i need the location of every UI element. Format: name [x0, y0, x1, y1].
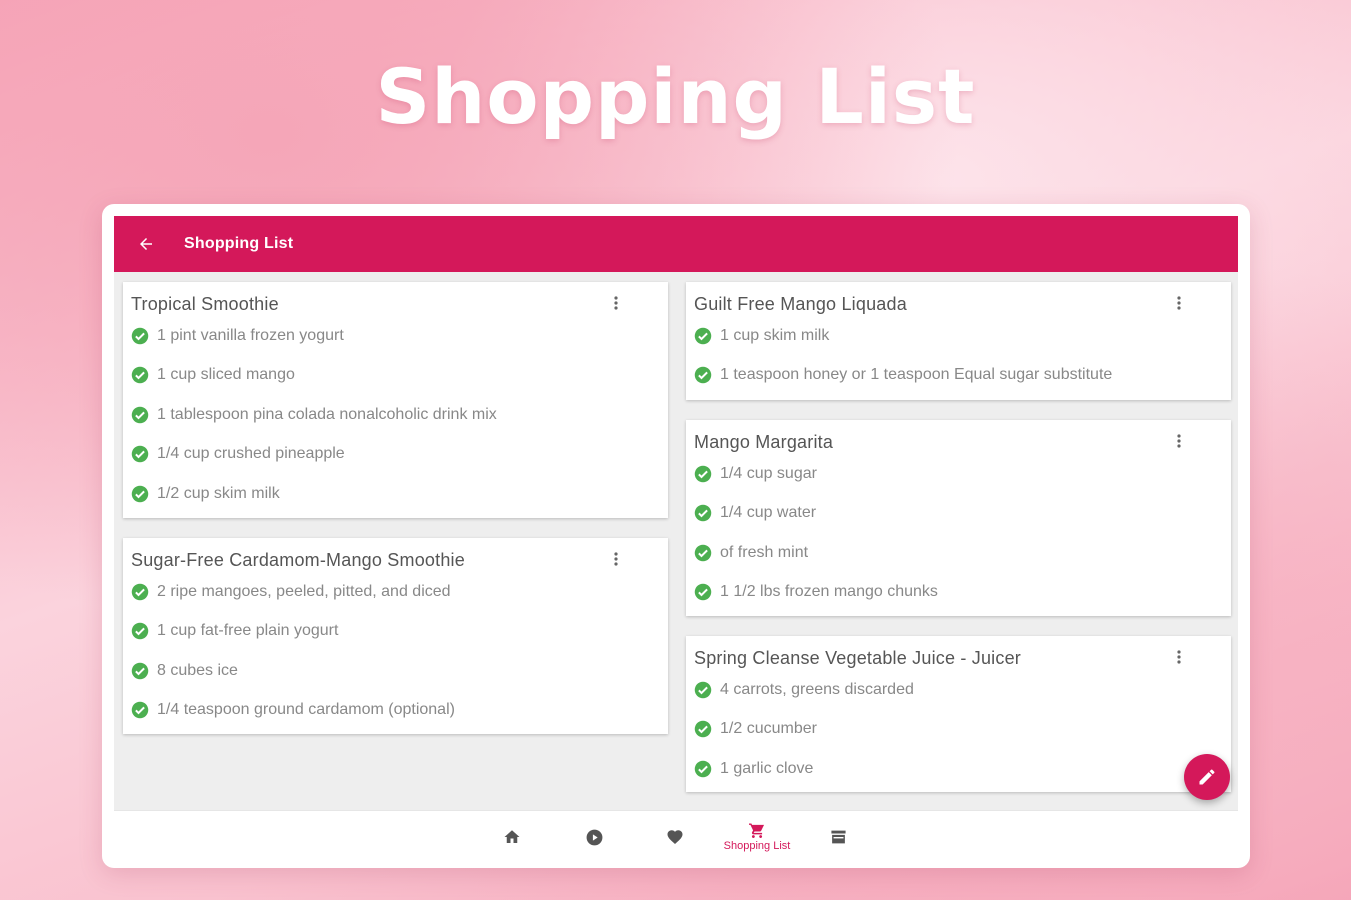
shopping-list-content[interactable]: Tropical Smoothie 1 pint vanilla frozen …	[114, 272, 1238, 810]
recipe-card: Sugar-Free Cardamom-Mango Smoothie 2 rip…	[123, 538, 668, 734]
list-item[interactable]: 1 pint vanilla frozen yogurt	[131, 316, 658, 356]
hero-title: Shopping List	[375, 52, 976, 141]
nav-item-favorites[interactable]	[630, 811, 720, 863]
check-circle-icon	[694, 760, 712, 777]
list-item[interactable]: of fresh mint	[694, 533, 1221, 573]
nav-item-store[interactable]	[793, 811, 883, 863]
page-title: Shopping List	[184, 235, 294, 252]
check-circle-icon	[131, 327, 149, 344]
check-circle-icon	[131, 623, 149, 640]
more-vert-icon[interactable]	[608, 550, 624, 568]
list-item[interactable]: 1 tablespoon pina colada nonalcoholic dr…	[131, 395, 658, 435]
item-text: 1/4 teaspoon ground cardamom (optional)	[157, 701, 455, 719]
list-item[interactable]: 1/4 cup water	[694, 494, 1221, 534]
list-item[interactable]: 1 garlic clove	[694, 749, 1221, 789]
list-item[interactable]: 1/2 cucumber	[694, 710, 1221, 750]
more-vert-icon[interactable]	[1171, 294, 1187, 312]
more-vert-icon[interactable]	[1171, 432, 1187, 450]
item-text: 1/4 cup crushed pineapple	[157, 445, 345, 463]
item-text: 1 pint vanilla frozen yogurt	[157, 326, 344, 344]
item-text: 1 garlic clove	[720, 759, 814, 777]
check-circle-icon	[694, 544, 712, 561]
list-item[interactable]: 2 ripe mangoes, peeled, pitted, and dice…	[131, 572, 658, 612]
item-text: 4 carrots, greens discarded	[720, 680, 914, 698]
item-text: 1/4 cup sugar	[720, 464, 817, 482]
play-icon	[586, 829, 602, 845]
recipe-card: Mango Margarita 1/4 cup sugar 1/4 cup wa…	[686, 420, 1231, 616]
nav-item-play[interactable]	[549, 811, 639, 863]
check-circle-icon	[694, 465, 712, 482]
nav-item-shopping-list[interactable]: Shopping List	[712, 811, 802, 863]
list-item[interactable]: 1 cup skim milk	[694, 316, 1221, 356]
recipe-card: Tropical Smoothie 1 pint vanilla frozen …	[123, 282, 668, 518]
item-text: 1/2 cup skim milk	[157, 484, 280, 502]
check-circle-icon	[131, 485, 149, 502]
recipe-title: Spring Cleanse Vegetable Juice - Juicer	[694, 648, 1021, 668]
recipe-card: Spring Cleanse Vegetable Juice - Juicer …	[686, 636, 1231, 792]
list-item[interactable]: 4 carrots, greens discarded	[694, 670, 1221, 710]
item-text: of fresh mint	[720, 543, 809, 561]
check-circle-icon	[694, 721, 712, 738]
list-item[interactable]: 1 teaspoon honey or 1 teaspoon Equal sug…	[694, 356, 1221, 396]
edit-fab-button[interactable]	[1184, 754, 1230, 800]
recipe-title: Tropical Smoothie	[131, 294, 279, 314]
recipe-card: Guilt Free Mango Liquada 1 cup skim milk…	[686, 282, 1231, 400]
cart-icon	[749, 823, 765, 838]
list-item[interactable]: 1 1/2 lbs frozen mango chunks	[694, 573, 1221, 613]
recipe-title: Mango Margarita	[694, 432, 834, 452]
list-item[interactable]: 1 cup sliced mango	[131, 356, 658, 396]
item-text: 1 tablespoon pina colada nonalcoholic dr…	[157, 405, 497, 423]
device-frame: Shopping List Tropical Smoothie 1 pint v…	[102, 204, 1250, 868]
list-item[interactable]: 1/4 teaspoon ground cardamom (optional)	[131, 691, 658, 731]
bottom-navigation: Shopping List	[114, 810, 1238, 862]
item-text: 1/2 cucumber	[720, 720, 817, 738]
nav-item-home[interactable]	[467, 811, 557, 863]
item-text: 1 cup sliced mango	[157, 366, 295, 384]
check-circle-icon	[131, 702, 149, 719]
list-item[interactable]: 1/4 cup sugar	[694, 454, 1221, 494]
item-text: 1/4 cup water	[720, 504, 817, 522]
recipe-title: Sugar-Free Cardamom-Mango Smoothie	[131, 550, 465, 570]
more-vert-icon[interactable]	[1171, 648, 1187, 666]
check-circle-icon	[131, 367, 149, 384]
item-text: 1 teaspoon honey or 1 teaspoon Equal sug…	[720, 366, 1113, 384]
item-text: 1 cup skim milk	[720, 326, 830, 344]
store-icon	[830, 830, 846, 844]
recipe-title: Guilt Free Mango Liquada	[694, 294, 907, 314]
check-circle-icon	[694, 327, 712, 344]
heart-icon	[667, 830, 683, 845]
check-circle-icon	[694, 681, 712, 698]
check-circle-icon	[131, 662, 149, 679]
list-item[interactable]: 1/4 cup crushed pineapple	[131, 435, 658, 475]
list-item[interactable]: 1 cup fat-free plain yogurt	[131, 612, 658, 652]
pencil-icon	[1199, 769, 1215, 785]
nav-label-shopping-list: Shopping List	[723, 840, 791, 852]
item-text: 1 1/2 lbs frozen mango chunks	[720, 583, 938, 601]
check-circle-icon	[131, 446, 149, 463]
app-bar: Shopping List	[114, 216, 1238, 272]
item-text: 2 ripe mangoes, peeled, pitted, and dice…	[157, 582, 451, 600]
item-text: 1 cup fat-free plain yogurt	[157, 622, 339, 640]
check-circle-icon	[131, 583, 149, 600]
list-item[interactable]: 1/2 cup skim milk	[131, 474, 658, 514]
arrow-left-icon[interactable]	[118, 216, 174, 272]
more-vert-icon[interactable]	[608, 294, 624, 312]
home-icon	[504, 830, 520, 843]
item-text: 8 cubes ice	[157, 661, 238, 679]
list-item[interactable]: 8 cubes ice	[131, 651, 658, 691]
check-circle-icon	[131, 406, 149, 423]
check-circle-icon	[694, 367, 712, 384]
check-circle-icon	[694, 584, 712, 601]
check-circle-icon	[694, 505, 712, 522]
